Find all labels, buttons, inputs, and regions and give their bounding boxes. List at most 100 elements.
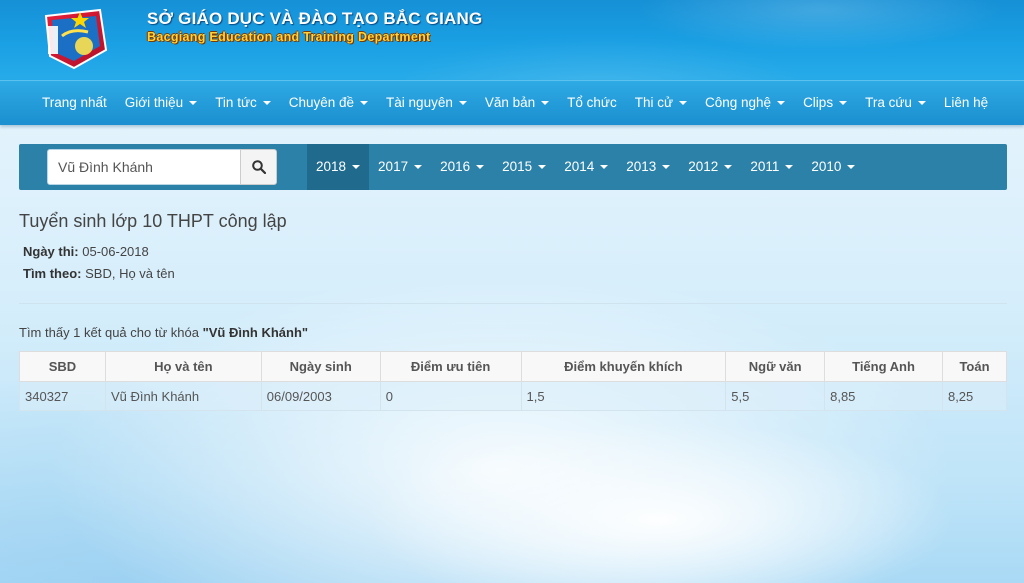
search-by-row: Tìm theo: SBD, Họ và tên <box>23 266 175 281</box>
table-cell: 8,25 <box>941 381 1008 411</box>
column-header: Họ và tên <box>104 351 262 382</box>
year-tab-2016[interactable]: 2016 <box>431 144 493 190</box>
table-cell: 5,5 <box>725 381 826 411</box>
nav-item-label: Liên hệ <box>943 95 989 110</box>
caret-down-icon <box>839 101 848 105</box>
nav-item-4[interactable]: Tài nguyên <box>377 81 476 125</box>
nav-item-label: Công nghệ <box>705 95 772 110</box>
caret-down-icon <box>414 165 423 169</box>
nav-item-label: Tài nguyên <box>386 95 453 110</box>
result-count-text: Tìm thấy 1 kết quả cho từ khóa <box>19 325 199 340</box>
exam-date-row: Ngày thi: 05-06-2018 <box>23 244 149 259</box>
caret-down-icon <box>262 101 271 105</box>
year-tab-2013[interactable]: 2013 <box>617 144 679 190</box>
column-header: Điểm ưu tiên <box>379 351 522 382</box>
column-header: Tiếng Anh <box>824 351 943 382</box>
caret-down-icon <box>538 165 547 169</box>
caret-down-icon <box>847 165 856 169</box>
year-tab-label: 2015 <box>502 159 533 174</box>
site-title: SỞ GIÁO DỤC VÀ ĐÀO TẠO BẮC GIANG <box>147 9 483 28</box>
nav-item-1[interactable]: Giới thiệu <box>116 81 206 125</box>
search-icon <box>252 160 266 174</box>
column-header: Ngày sinh <box>260 351 381 382</box>
nav-item-label: Chuyên đề <box>288 95 355 110</box>
year-tab-label: 2013 <box>626 159 657 174</box>
year-tab-2012[interactable]: 2012 <box>679 144 741 190</box>
caret-down-icon <box>662 165 671 169</box>
year-tab-2017[interactable]: 2017 <box>369 144 431 190</box>
caret-down-icon <box>777 101 786 105</box>
table-cell: 06/09/2003 <box>260 381 381 411</box>
nav-item-label: Trang nhất <box>42 95 107 110</box>
nav-item-label: Tra cứu <box>865 95 912 110</box>
nav-item-label: Tin tức <box>215 95 257 110</box>
caret-down-icon <box>917 101 926 105</box>
caret-down-icon <box>724 165 733 169</box>
year-tab-label: 2018 <box>316 159 347 174</box>
table-cell: Vũ Đình Khánh <box>104 381 262 411</box>
nav-item-11[interactable]: Liên hệ <box>935 81 997 125</box>
caret-down-icon <box>679 101 687 105</box>
nav-item-6[interactable]: Tổ chức <box>558 81 626 125</box>
search-button[interactable] <box>240 149 277 185</box>
nav-item-2[interactable]: Tin tức <box>206 81 280 125</box>
year-tab-label: 2011 <box>750 159 780 174</box>
exam-date-label: Ngày thi: <box>23 244 79 259</box>
nav-item-label: Giới thiệu <box>124 95 184 110</box>
year-tab-label: 2010 <box>811 159 842 174</box>
column-header: Điểm khuyến khích <box>520 351 727 382</box>
search-toolbar: 2018 2017 2016 2015 2014 2013 2012 2011 2010 <box>19 144 1007 190</box>
column-header: Toán <box>941 351 1008 382</box>
year-tab-label: 2017 <box>378 159 409 174</box>
column-header: Ngữ văn <box>725 351 826 382</box>
nav-item-0[interactable]: Trang nhất <box>33 81 116 125</box>
year-tab-2018[interactable]: 2018 <box>307 144 370 190</box>
nav-item-5[interactable]: Văn bản <box>476 81 558 125</box>
nav-item-7[interactable]: Thi cử <box>626 81 696 125</box>
site-subtitle: Bacgiang Education and Training Departme… <box>147 30 431 44</box>
caret-down-icon <box>189 101 198 105</box>
search-by-value: SBD, Họ và tên <box>85 266 175 281</box>
caret-down-icon <box>476 165 485 169</box>
nav-item-label: Tổ chức <box>567 95 617 110</box>
table-cell: 1,5 <box>520 381 727 411</box>
nav-item-label: Thi cử <box>634 95 673 110</box>
caret-down-icon <box>360 101 369 105</box>
bacgiang-education-logo[interactable] <box>40 6 112 72</box>
year-tabs: 2018 2017 2016 2015 2014 2013 2012 2011 2010 <box>307 144 864 190</box>
caret-down-icon <box>352 165 361 169</box>
year-tab-label: 2016 <box>440 159 471 174</box>
table-cell: 8,85 <box>824 381 943 411</box>
nav-item-label: Văn bản <box>484 95 536 110</box>
search-by-label: Tìm theo: <box>23 266 82 281</box>
search-input[interactable] <box>47 149 241 185</box>
results-table: SBD Họ và tên Ngày sinh Điểm ưu tiên Điểm kh… <box>19 351 1008 411</box>
year-tab-2010[interactable]: 2010 <box>802 144 864 190</box>
main-nav: Trang nhất Giới thiệu Tin tức Chuyên đề Tài … <box>0 80 1024 125</box>
year-tab-label: 2014 <box>564 159 595 174</box>
nav-item-9[interactable]: Clips <box>794 81 856 125</box>
nav-item-3[interactable]: Chuyên đề <box>280 81 377 125</box>
caret-down-icon <box>458 101 467 105</box>
caret-down-icon <box>785 165 794 169</box>
nav-item-8[interactable]: Công nghệ <box>696 81 794 125</box>
nav-item-10[interactable]: Tra cứu <box>856 81 935 125</box>
nav-list: Trang nhất Giới thiệu Tin tức Chuyên đề Tài … <box>33 81 997 125</box>
year-tab-label: 2012 <box>688 159 719 174</box>
year-tab-2011[interactable]: 2011 <box>741 144 802 190</box>
nav-item-label: Clips <box>803 95 834 110</box>
result-count: Tìm thấy 1 kết quả cho từ khóa "Vũ Đình … <box>19 325 308 340</box>
caret-down-icon <box>600 165 609 169</box>
year-tab-2014[interactable]: 2014 <box>555 144 617 190</box>
site-header: SỞ GIÁO DỤC VÀ ĐÀO TẠO BẮC GIANG Bacgian… <box>0 0 1024 80</box>
table-header-row: SBD Họ và tên Ngày sinh Điểm ưu tiên Điểm kh… <box>19 351 1008 382</box>
table-cell: 0 <box>379 381 522 411</box>
result-keyword: "Vũ Đình Khánh" <box>202 325 309 340</box>
year-tab-2015[interactable]: 2015 <box>493 144 555 190</box>
table-cell: 340327 <box>19 381 106 411</box>
column-header: SBD <box>19 351 106 382</box>
page-title: Tuyển sinh lớp 10 THPT công lập <box>19 211 287 231</box>
exam-date-value: 05-06-2018 <box>82 244 149 259</box>
divider <box>19 303 1007 304</box>
table-row: 340327 Vũ Đình Khánh 06/09/2003 0 1,5 5,5 8,85… <box>19 381 1008 411</box>
